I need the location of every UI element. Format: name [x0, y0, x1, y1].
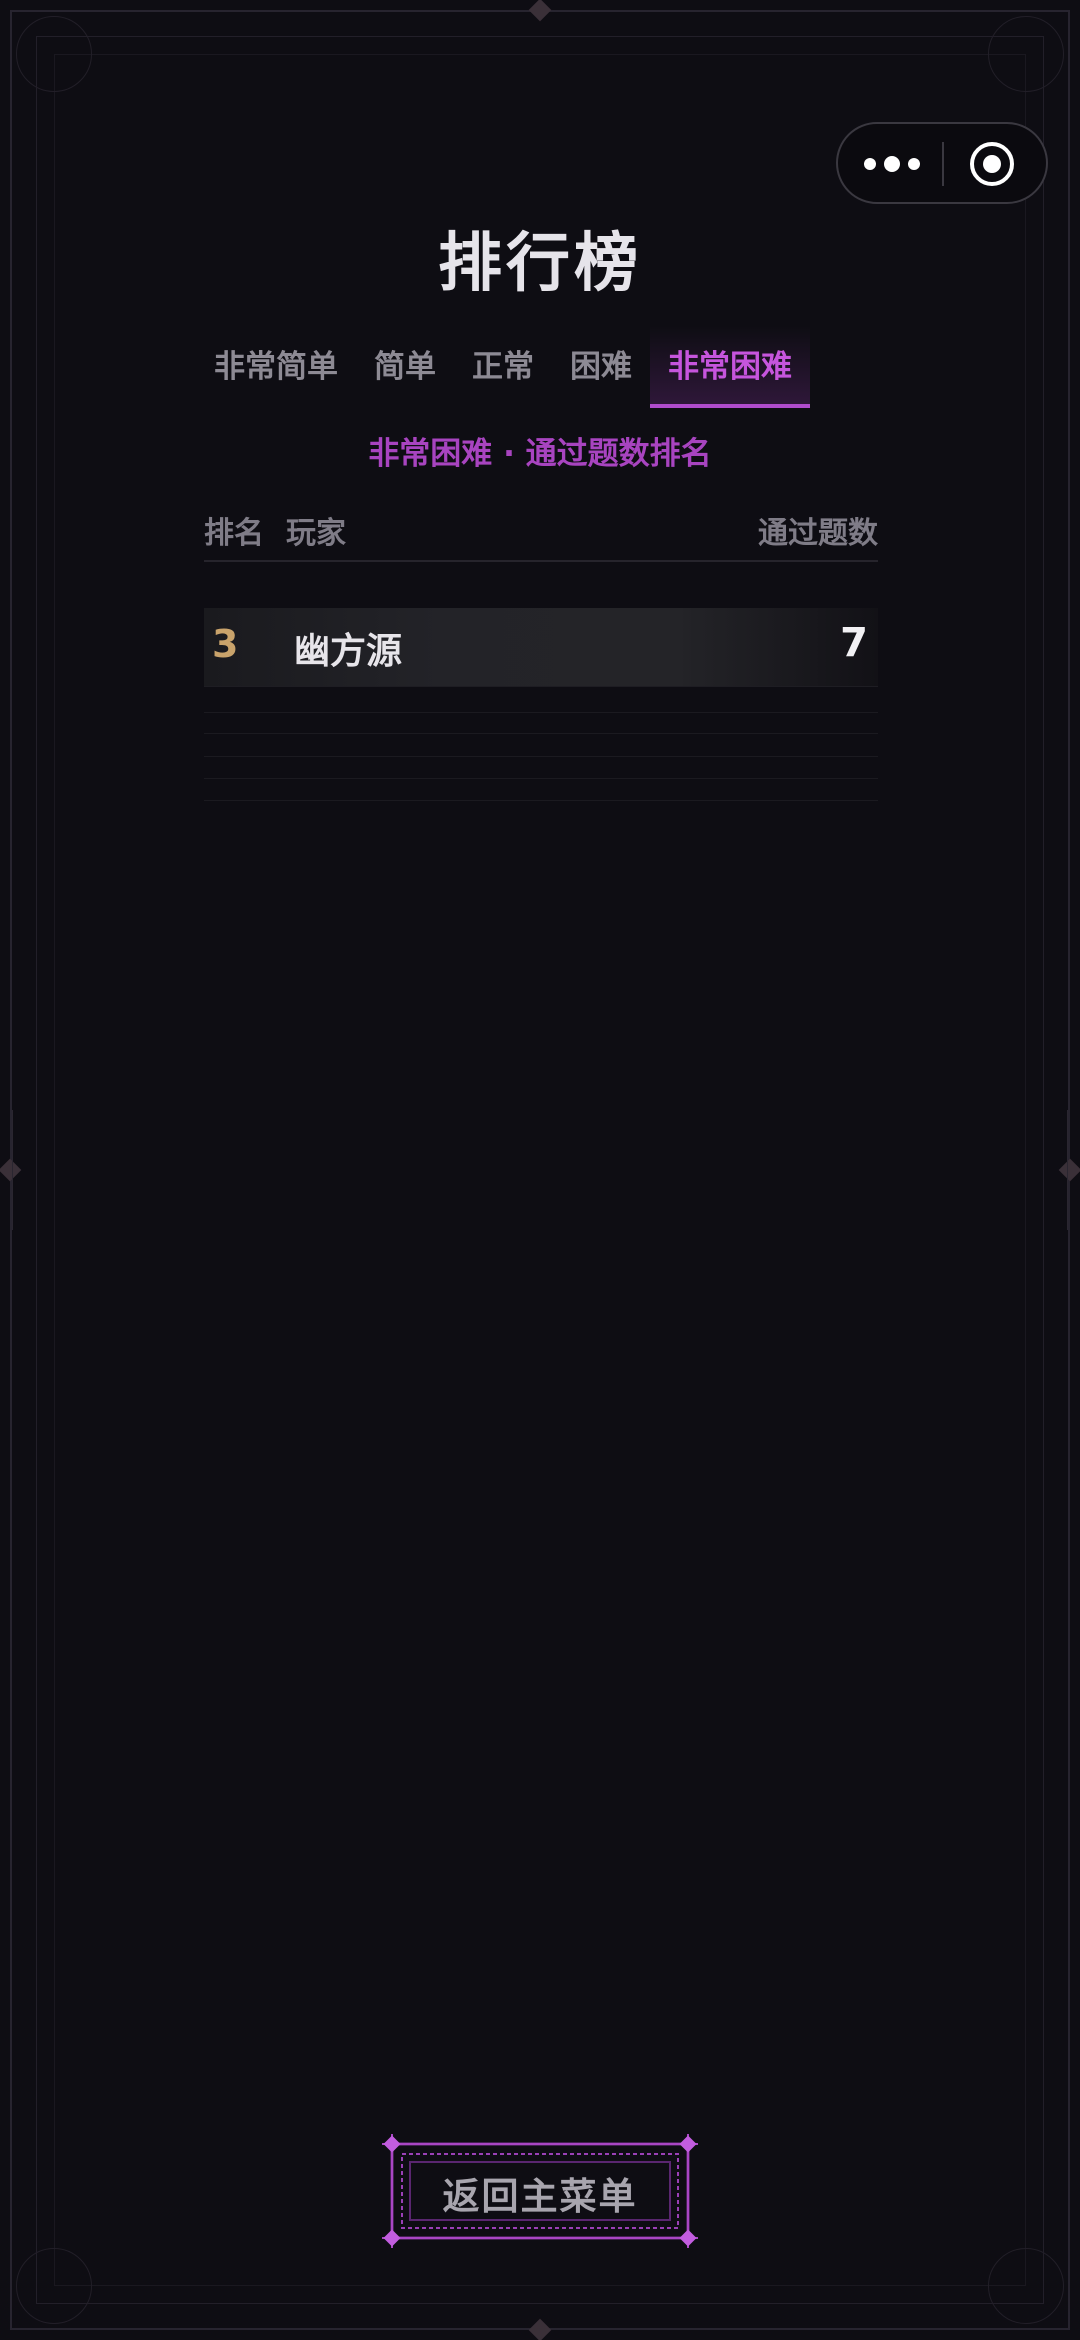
tab-very-hard[interactable]: 非常困难 [650, 326, 810, 408]
table-header: 排名 玩家 通过题数 [204, 500, 878, 562]
column-header-player: 玩家 [286, 516, 346, 551]
table-row: 3 幽方源 7 [204, 608, 878, 687]
empty-row-divider [204, 733, 878, 734]
corner-ornament-icon [988, 16, 1064, 92]
empty-row-divider [204, 800, 878, 801]
corner-ornament-icon [16, 2248, 92, 2324]
row-player-name: 幽方源 [294, 631, 403, 672]
corner-ornament-icon [988, 2248, 1064, 2324]
tab-easy[interactable]: 简单 [356, 326, 454, 408]
back-button-label: 返回主菜单 [442, 2175, 638, 2218]
row-pass-count: 7 [840, 620, 868, 666]
capsule-divider [942, 142, 944, 186]
tab-normal[interactable]: 正常 [454, 326, 552, 408]
more-dots-icon[interactable] [862, 146, 922, 182]
column-header-count: 通过题数 [758, 516, 878, 551]
tab-very-easy[interactable]: 非常简单 [196, 326, 356, 408]
corner-ornament-icon [16, 16, 92, 92]
page-title: 排行榜 [438, 227, 642, 301]
back-to-main-menu-button[interactable]: 返回主菜单 [382, 2134, 698, 2248]
empty-row-divider [204, 778, 878, 779]
side-ornament [12, 1110, 13, 1230]
side-ornament [1067, 1110, 1068, 1230]
leaderboard-screen: 排行榜 非常简单 简单 正常 困难 非常困难 非常困难 · 通过题数排名 排名 … [0, 0, 1080, 2340]
capsule-menu [836, 122, 1048, 204]
ranking-subtitle: 非常困难 · 通过题数排名 [368, 436, 712, 472]
difficulty-tabs: 非常简单 简单 正常 困难 非常困难 [196, 326, 810, 408]
row-rank: 3 [212, 622, 239, 666]
empty-row-divider [204, 712, 878, 713]
column-header-rank: 排名 [204, 516, 264, 551]
tab-hard[interactable]: 困难 [552, 326, 650, 408]
empty-row-divider [204, 756, 878, 757]
target-close-icon[interactable] [968, 140, 1016, 188]
